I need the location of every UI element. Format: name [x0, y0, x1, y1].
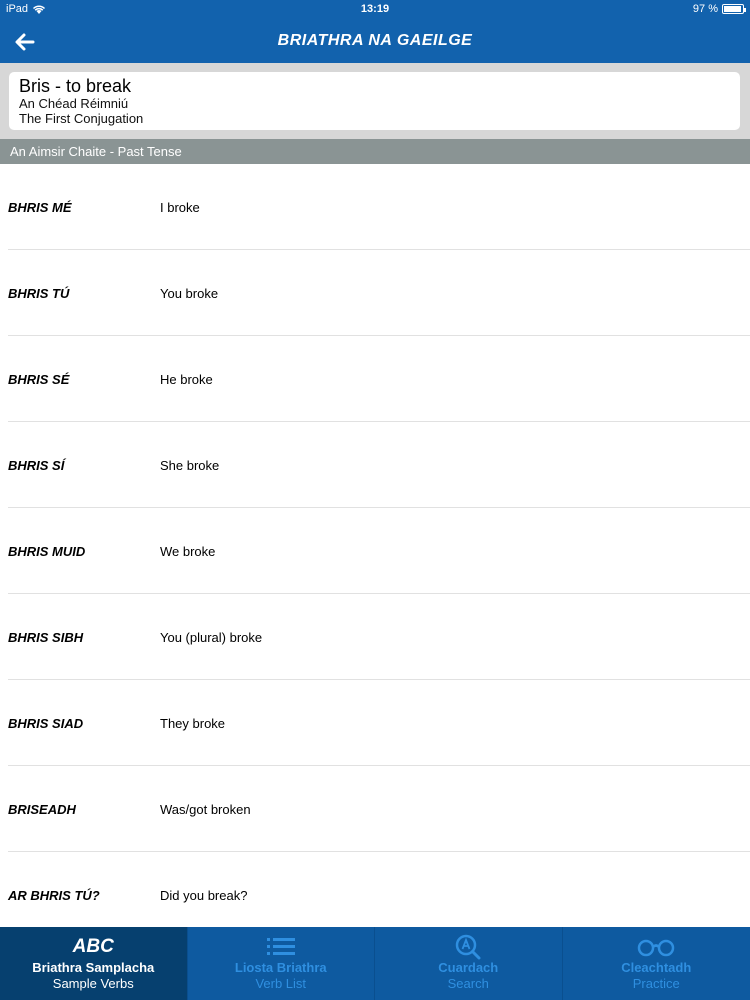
- conjugation-irish: BHRIS MUID: [8, 544, 86, 559]
- conjugation-irish: AR BHRIS TÚ?: [8, 888, 100, 903]
- tab-sample-verbs[interactable]: ABC Briathra Samplacha Sample Verbs: [0, 927, 188, 1000]
- tab-label: Cleachtadh: [621, 960, 692, 975]
- conjugation-english: You broke: [160, 286, 219, 301]
- tab-bar: ABC Briathra Samplacha Sample Verbs Liosta …: [0, 927, 750, 1000]
- verb-title: Bris - to break: [19, 76, 132, 96]
- conjugation-irish: BHRIS SÍ: [8, 458, 65, 473]
- navbar: BRIATHRA NA GAEILGE: [0, 20, 750, 63]
- conjugation-english: You (plural) broke: [160, 630, 263, 645]
- status-bar: iPad 13:19 97 %: [0, 0, 750, 20]
- tense-header: An Aimsir Chaite - Past Tense: [0, 139, 750, 164]
- abc-icon-text: ABC: [72, 936, 114, 957]
- conjugation-irish: BRISEADH: [8, 802, 76, 817]
- glasses-icon: [563, 934, 750, 960]
- conjugation-english: Did you break?: [160, 888, 248, 903]
- tab-sublabel: Practice: [632, 976, 680, 991]
- status-time: 13:19: [360, 3, 390, 15]
- tab-search[interactable]: Cuardach Search: [375, 927, 563, 1000]
- conjugation-english: We broke: [160, 544, 216, 559]
- tab-sublabel: Search: [447, 976, 489, 991]
- tab-sublabel: Verb List: [255, 976, 307, 991]
- tab-verb-list[interactable]: Liosta Briathra Verb List: [188, 927, 375, 1000]
- tab-label: Briathra Samplacha: [32, 960, 155, 975]
- list-item: BHRIS TÚ You broke: [8, 250, 750, 336]
- tab-sublabel: Sample Verbs: [52, 976, 134, 991]
- list-item: BRISEADH Was/got broken: [8, 766, 750, 852]
- conjugation-irish: BHRIS MÉ: [8, 200, 72, 215]
- list-item: BHRIS SIAD They broke: [8, 680, 750, 766]
- list-item: BHRIS MÉ I broke: [8, 164, 750, 250]
- page-title: BRIATHRA NA GAEILGE: [277, 32, 473, 49]
- conjugation-irish: BHRIS SIAD: [8, 716, 84, 731]
- list-item: BHRIS SÍ She broke: [8, 422, 750, 508]
- battery-percent: 97 %: [692, 3, 718, 15]
- battery-icon: [722, 4, 746, 14]
- abc-icon: ABC: [0, 934, 187, 960]
- verb-group-irish: An Chéad Réimniú: [19, 96, 129, 111]
- list-icon: [188, 934, 375, 960]
- conjugation-list[interactable]: BHRIS MÉ I broke BHRIS TÚ You broke BHRIS SÉ…: [0, 164, 750, 938]
- conjugation-english: They broke: [160, 716, 226, 731]
- tab-label: Liosta Briathra: [234, 960, 327, 975]
- search-icon: [375, 934, 562, 960]
- list-item: BHRIS MUID We broke: [8, 508, 750, 594]
- conjugation-irish: BHRIS TÚ: [8, 286, 70, 301]
- verb-card: Bris - to break An Chéad Réimniú The Fir…: [9, 72, 740, 130]
- conjugation-english: She broke: [160, 458, 220, 473]
- verb-card-container: Bris - to break An Chéad Réimniú The Fir…: [0, 63, 750, 139]
- conjugation-english: He broke: [160, 372, 213, 387]
- list-item: AR BHRIS TÚ? Did you break?: [8, 852, 750, 938]
- conjugation-irish: BHRIS SIBH: [8, 630, 84, 645]
- tab-label: Cuardach: [438, 960, 499, 975]
- verb-group-english: The First Conjugation: [19, 111, 144, 126]
- list-item: BHRIS SIBH You (plural) broke: [8, 594, 750, 680]
- list-item: BHRIS SÉ He broke: [8, 336, 750, 422]
- conjugation-english: Was/got broken: [160, 802, 251, 817]
- conjugation-irish: BHRIS SÉ: [8, 372, 70, 387]
- tab-practice[interactable]: Cleachtadh Practice: [563, 927, 750, 1000]
- status-right: 97 %: [692, 3, 746, 15]
- battery-fill: [724, 6, 742, 12]
- conjugation-english: I broke: [160, 200, 200, 215]
